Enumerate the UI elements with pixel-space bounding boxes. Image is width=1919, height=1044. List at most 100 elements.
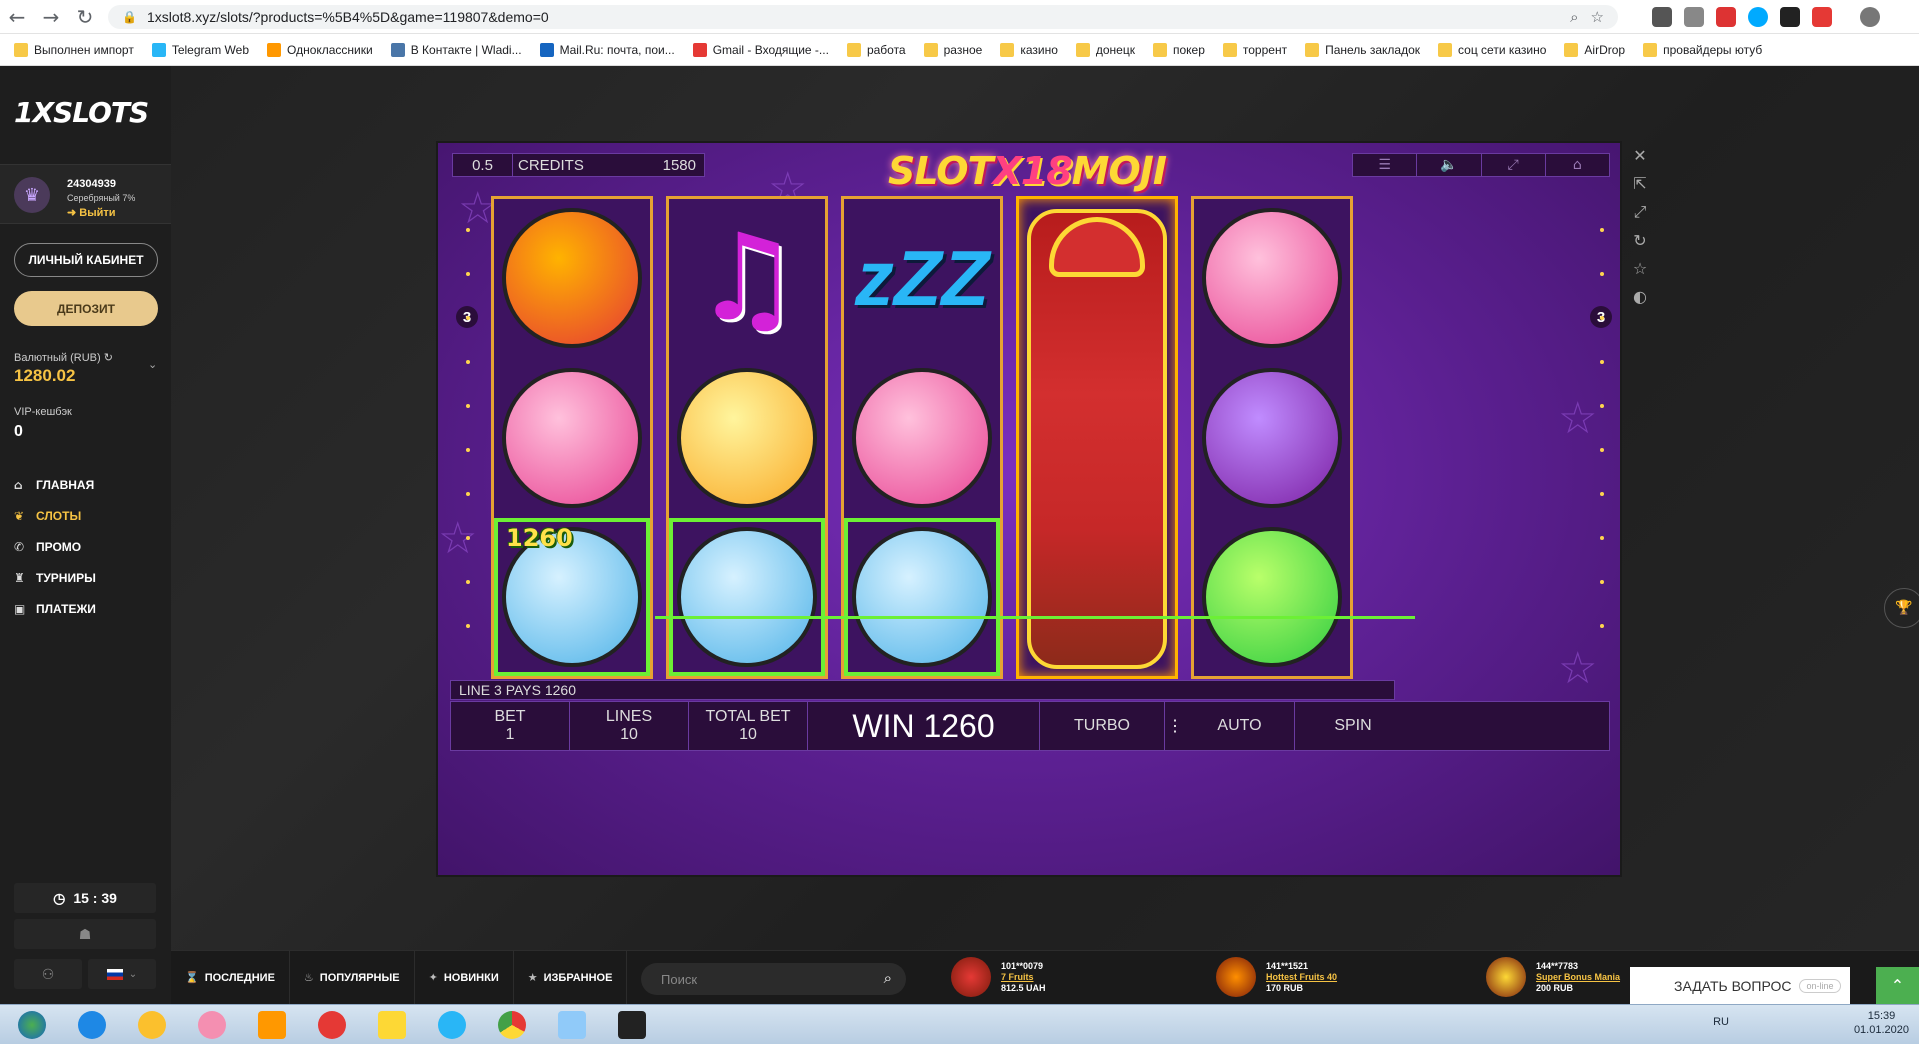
extension-icon[interactable] bbox=[1716, 7, 1736, 27]
expand-icon[interactable]: ⤢ bbox=[1634, 198, 1647, 226]
search-icon[interactable]: ⌕ bbox=[884, 969, 892, 987]
taskbar-app-explorer[interactable] bbox=[364, 1006, 420, 1044]
tab-4[interactable]: ★ ИЗБРАННОЕ bbox=[514, 950, 628, 1005]
address-bar[interactable]: 🔒 1xslot8.xyz/slots/?products=%5B4%5D&ga… bbox=[108, 5, 1618, 29]
bookmark-label: Панель закладок bbox=[1325, 42, 1421, 57]
winner-game[interactable]: Hottest Fruits 40 bbox=[1266, 972, 1337, 983]
folder-icon bbox=[1438, 42, 1453, 57]
offer-icon[interactable] bbox=[1812, 7, 1832, 27]
win-display: WIN 1260 bbox=[808, 702, 1040, 750]
bookmark-star-icon[interactable]: ☆ bbox=[1591, 8, 1604, 26]
taskbar-app[interactable] bbox=[124, 1006, 180, 1044]
bookmark-item[interactable]: Mail.Ru: почта, пои... bbox=[539, 42, 675, 57]
menu-item-2[interactable]: ❦ СЛОТЫ bbox=[14, 500, 96, 531]
reload-icon[interactable]: ↻ bbox=[68, 0, 102, 34]
cabinet-button[interactable]: ЛИЧНЫЙ КАБИНЕТ bbox=[14, 243, 158, 277]
ask-question-button[interactable]: ЗАДАТЬ ВОПРОС on-line bbox=[1630, 967, 1850, 1004]
camera-icon[interactable] bbox=[1780, 7, 1800, 27]
recent-winner[interactable]: 141**1521 Hottest Fruits 40 170 RUB bbox=[1216, 957, 1337, 997]
chevron-down-icon[interactable]: ⌄ bbox=[148, 358, 157, 371]
bookmark-item[interactable]: В Контакте | Wladi... bbox=[390, 42, 522, 57]
menu-item-1[interactable]: ⌂ ГЛАВНАЯ bbox=[14, 469, 96, 500]
taskbar-app[interactable] bbox=[604, 1006, 660, 1044]
bookmark-item[interactable]: донецк bbox=[1075, 42, 1135, 57]
taskbar-app-telegram[interactable] bbox=[424, 1006, 480, 1044]
deposit-button[interactable]: ДЕПОЗИТ bbox=[14, 291, 158, 326]
menu-item-5[interactable]: ▣ ПЛАТЕЖИ bbox=[14, 593, 96, 624]
extension-icon[interactable] bbox=[1684, 7, 1704, 27]
bookmark-item[interactable]: провайдеры ютуб bbox=[1643, 42, 1762, 57]
taskbar-app-opera[interactable] bbox=[304, 1006, 360, 1044]
taskbar-app-chrome[interactable] bbox=[484, 1006, 540, 1044]
bookmark-item[interactable]: работа bbox=[846, 42, 906, 57]
bookmark-item[interactable]: казино bbox=[1000, 42, 1058, 57]
lines-control[interactable]: LINES 10 bbox=[570, 702, 689, 750]
fullscreen-icon[interactable]: ⤢ bbox=[1482, 154, 1546, 176]
spin-button[interactable]: SPIN bbox=[1295, 702, 1411, 750]
skype-icon[interactable] bbox=[1748, 7, 1768, 27]
options-icon[interactable]: ⋮ bbox=[1165, 702, 1185, 750]
profile-avatar[interactable] bbox=[1860, 7, 1880, 27]
forward-icon[interactable]: → bbox=[34, 0, 68, 34]
bookmark-item[interactable]: AirDrop bbox=[1564, 42, 1625, 57]
favorite-star-icon[interactable]: ☆ bbox=[1633, 254, 1647, 282]
menu-item-3[interactable]: ✆ ПРОМО bbox=[14, 531, 96, 562]
bookmark-item[interactable]: соц сети казино bbox=[1438, 42, 1546, 57]
search-input[interactable]: Поиск ⌕ bbox=[641, 963, 906, 995]
lines-value: 10 bbox=[620, 726, 638, 743]
clock: ◷ 15 : 39 bbox=[14, 883, 156, 913]
home-icon: ⌂ bbox=[14, 477, 23, 492]
folder-icon bbox=[1305, 42, 1320, 57]
bookmark-item[interactable]: Панель закладок bbox=[1305, 42, 1421, 57]
winner-game[interactable]: Super Bonus Mania bbox=[1536, 972, 1620, 983]
turbo-button[interactable]: TURBO bbox=[1040, 702, 1165, 750]
home-icon[interactable]: ⌂ bbox=[1546, 154, 1609, 176]
recent-winner[interactable]: 101**0079 7 Fruits 812.5 UAH bbox=[951, 957, 1046, 997]
sound-icon[interactable]: 🔈 bbox=[1417, 154, 1482, 176]
tab-1[interactable]: ⌛ ПОСЛЕДНИЕ bbox=[171, 950, 290, 1005]
language-select[interactable]: ⌄ bbox=[88, 959, 156, 989]
bookmark-item[interactable]: Telegram Web bbox=[151, 42, 249, 57]
site-logo[interactable]: 1XSLOTS bbox=[14, 96, 149, 129]
extension-icon[interactable] bbox=[1652, 7, 1672, 27]
logout-link[interactable]: ➜ Выйти bbox=[67, 206, 116, 219]
bookmark-item[interactable]: Одноклассники bbox=[267, 42, 373, 57]
close-icon[interactable]: ✕ bbox=[1633, 141, 1646, 169]
bookmark-item[interactable]: Выполнен импорт bbox=[14, 42, 134, 57]
language-indicator[interactable]: RU bbox=[1713, 1015, 1729, 1029]
toggle-icon[interactable]: ◐ bbox=[1633, 283, 1647, 311]
recent-winner[interactable]: 144**7783 Super Bonus Mania 200 RUB bbox=[1486, 957, 1620, 997]
taskbar-app[interactable] bbox=[184, 1006, 240, 1044]
android-button[interactable]: ☗ bbox=[14, 919, 156, 949]
taskbar-app-ie[interactable] bbox=[64, 1006, 120, 1044]
tab-2[interactable]: ♨ ПОПУЛЯРНЫЕ bbox=[290, 950, 415, 1005]
credits-value: 1580 bbox=[662, 157, 696, 174]
share-icon[interactable]: ⇱ bbox=[1633, 169, 1646, 197]
sidebar: 1XSLOTS ♛ 24304939 Серебряный 7% ➜ Выйти… bbox=[0, 66, 171, 1004]
taskbar-app[interactable] bbox=[244, 1006, 300, 1044]
back-icon[interactable]: ← bbox=[0, 0, 34, 34]
menu-icon[interactable]: ☰ bbox=[1353, 154, 1418, 176]
reload-icon[interactable]: ↻ bbox=[1633, 226, 1646, 254]
bet-control[interactable]: BET 1 bbox=[451, 702, 570, 750]
menu-item-4[interactable]: ♜ ТУРНИРЫ bbox=[14, 562, 96, 593]
tournament-trophy-icon[interactable]: 🏆 bbox=[1884, 588, 1919, 628]
tab-3[interactable]: ✦ НОВИНКИ bbox=[415, 950, 514, 1005]
zoom-icon[interactable]: ⌕ bbox=[1570, 8, 1578, 26]
auto-button[interactable]: AUTO bbox=[1185, 702, 1295, 750]
bookmark-item[interactable]: торрент bbox=[1222, 42, 1287, 57]
bookmark-item[interactable]: покер bbox=[1152, 42, 1205, 57]
bet-label: BET bbox=[494, 708, 526, 725]
winner-info: 144**7783 Super Bonus Mania 200 RUB bbox=[1536, 961, 1620, 994]
taskbar-app[interactable] bbox=[544, 1006, 600, 1044]
user-avatar[interactable]: ♛ bbox=[14, 177, 50, 213]
bookmark-item[interactable]: Gmail - Входящие -... bbox=[692, 42, 829, 57]
slot-machine[interactable]: ☆ ☆ ☆ ☆ ☆ 0.5 CREDITS 1580 SLOTX18MOJI ☰… bbox=[436, 141, 1622, 877]
account-button[interactable]: ⚇ bbox=[14, 959, 82, 989]
winner-game[interactable]: 7 Fruits bbox=[1001, 972, 1046, 983]
chevron-up-icon[interactable]: ⌃ bbox=[1876, 967, 1919, 1004]
start-button[interactable] bbox=[4, 1006, 60, 1044]
bookmark-item[interactable]: разное bbox=[923, 42, 982, 57]
symbol-sad-win bbox=[844, 518, 1000, 676]
refresh-icon[interactable]: ↻ bbox=[104, 352, 113, 364]
